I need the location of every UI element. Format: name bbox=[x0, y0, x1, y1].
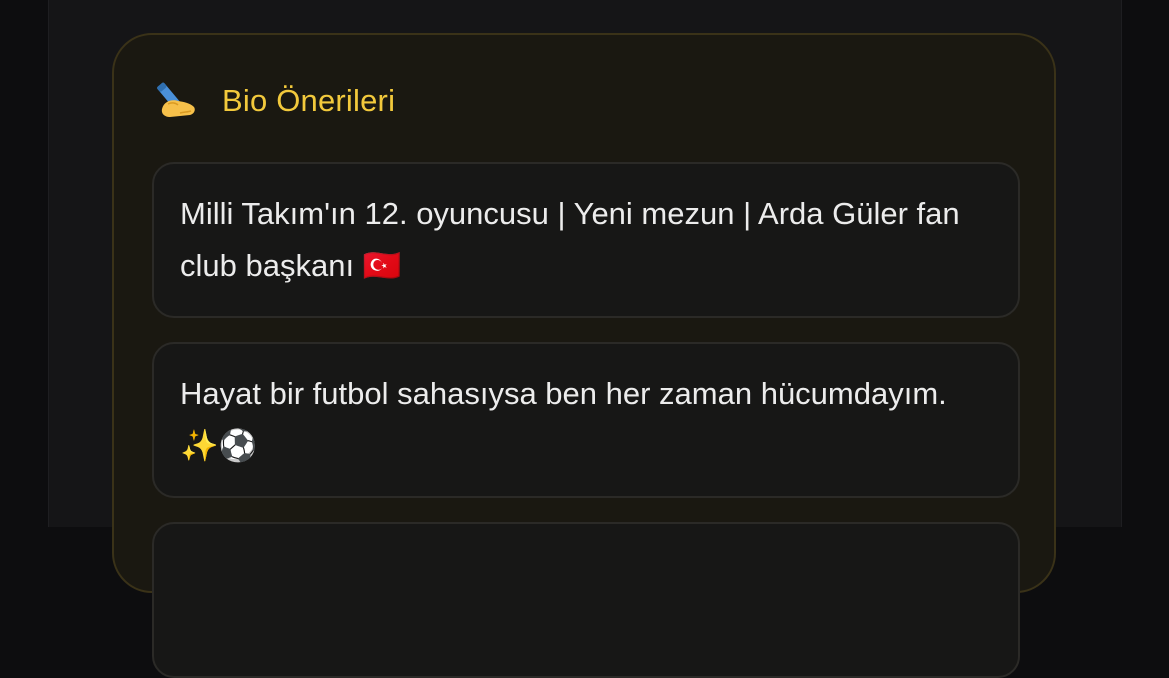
writing-hand-icon bbox=[157, 82, 195, 117]
bio-suggestions-card: Bio Önerileri Milli Takım'ın 12. oyuncus… bbox=[112, 33, 1056, 678]
bio-suggestions-title: Bio Önerileri bbox=[222, 83, 396, 118]
bio-suggestion-text: Milli Takım'ın 12. oyuncusu | Yeni mezun… bbox=[180, 196, 960, 283]
bio-suggestion-item[interactable]: Hayat bir futbol sahasıysa ben her zaman… bbox=[152, 342, 1020, 498]
bio-suggestion-text: Hayat bir futbol sahasıysa ben her zaman… bbox=[180, 376, 947, 463]
bio-suggestion-item[interactable] bbox=[152, 522, 1020, 678]
bio-suggestions-header: Bio Önerileri bbox=[156, 79, 395, 123]
bio-suggestion-item[interactable]: Milli Takım'ın 12. oyuncusu | Yeni mezun… bbox=[152, 162, 1020, 318]
